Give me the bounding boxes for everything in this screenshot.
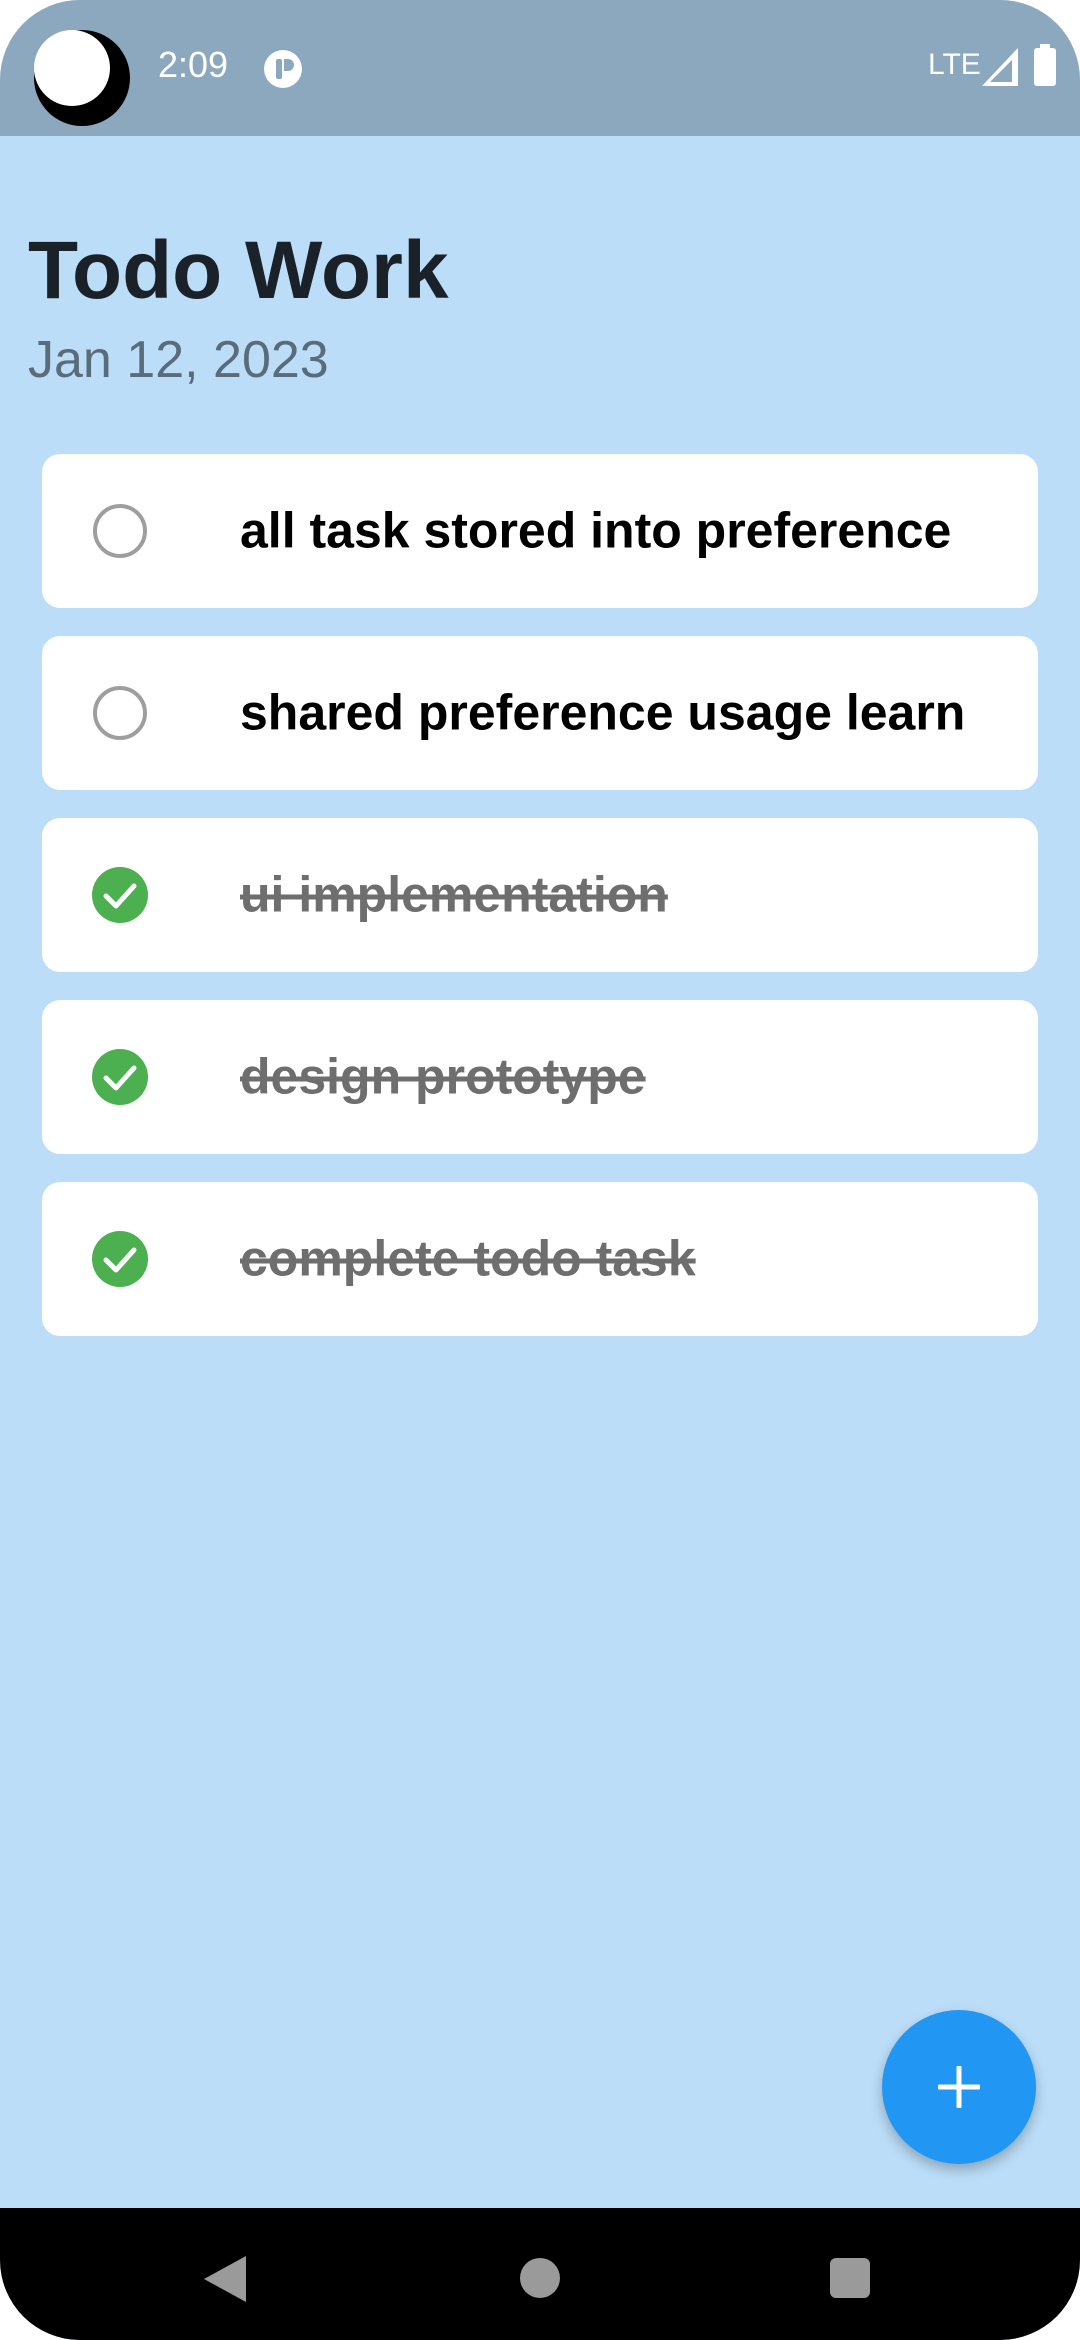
back-icon[interactable] [204, 2256, 246, 2302]
check-circle-icon[interactable] [92, 867, 148, 923]
task-text: shared preference usage learn [240, 684, 966, 741]
task-item[interactable]: complete todo task [42, 1182, 1038, 1336]
status-bar: 2:09 LTE [0, 0, 1080, 136]
task-item[interactable]: design prototype [42, 1000, 1038, 1154]
task-text: ui implementation [240, 866, 668, 923]
app-screen: 2:09 LTE Todo Work Jan 12, 2023 all task… [0, 0, 1080, 2340]
navigation-bar [0, 2208, 1080, 2340]
task-text: all task stored into preference [240, 502, 952, 559]
task-text: complete todo task [240, 1230, 696, 1287]
unchecked-circle-icon[interactable] [92, 685, 148, 741]
camera-cutout-icon [34, 30, 130, 126]
status-time: 2:09 [158, 44, 229, 85]
unchecked-circle-icon[interactable] [92, 503, 148, 559]
recents-icon[interactable] [830, 2258, 870, 2298]
page-title: Todo Work [28, 225, 449, 316]
signal-icon [982, 48, 1018, 86]
page-date: Jan 12, 2023 [28, 331, 329, 389]
task-list: all task stored into preference shared p… [42, 454, 1038, 1364]
check-circle-icon[interactable] [92, 1049, 148, 1105]
network-type: LTE [928, 48, 981, 81]
task-item[interactable]: ui implementation [42, 818, 1038, 972]
task-item[interactable]: shared preference usage learn [42, 636, 1038, 790]
add-task-button[interactable] [882, 2010, 1036, 2164]
task-item[interactable]: all task stored into preference [42, 454, 1038, 608]
check-circle-icon[interactable] [92, 1231, 148, 1287]
notification-app-icon [264, 50, 302, 88]
plus-icon [938, 2066, 980, 2108]
home-icon[interactable] [520, 2258, 560, 2298]
battery-icon [1034, 44, 1056, 86]
task-text: design prototype [240, 1048, 646, 1105]
